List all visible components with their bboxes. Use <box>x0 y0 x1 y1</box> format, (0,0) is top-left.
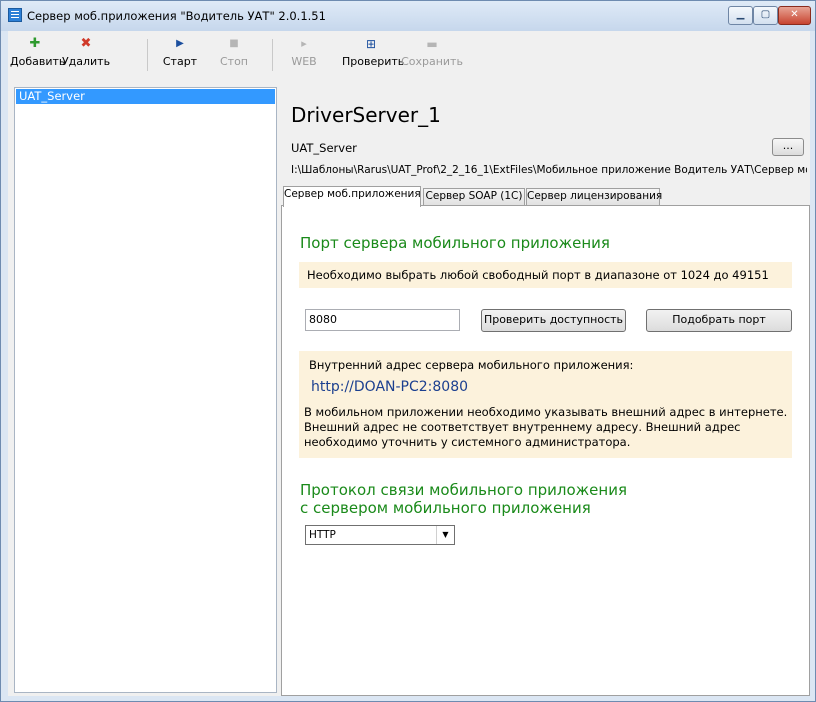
save-icon: ▬ <box>426 37 438 51</box>
tab-panel: Порт сервера мобильного приложения Необх… <box>281 205 810 696</box>
check-button-label: Проверить <box>342 55 405 68</box>
check-availability-button[interactable]: Проверить доступность <box>481 309 626 332</box>
minimize-button[interactable]: ▁ <box>728 6 753 25</box>
delete-server-icon: ✖ <box>80 36 92 51</box>
close-button[interactable]: ✕ <box>778 6 811 25</box>
delete-button[interactable]: ✖ Удалить <box>61 33 111 81</box>
server-list[interactable]: UAT_Server <box>14 87 277 693</box>
pick-port-button[interactable]: Подобрать порт <box>646 309 792 332</box>
stop-icon: ■ <box>229 38 239 49</box>
tab-soap-server[interactable]: Сервер SOAP (1С) <box>423 188 525 206</box>
server-details: DriverServer_1 UAT_Server ... I:\Шаблоны… <box>281 87 810 696</box>
internal-address-label: Внутренний адрес сервера мобильного прил… <box>309 358 634 372</box>
port-hint: Необходимо выбрать любой свободный порт … <box>307 268 769 282</box>
address-info-box: Внутренний адрес сервера мобильного прил… <box>299 351 792 458</box>
protocol-select[interactable]: HTTP ▼ <box>305 525 455 545</box>
external-address-note: В мобильном приложении необходимо указыв… <box>304 405 788 449</box>
check-network-icon: ⊞ <box>365 37 377 51</box>
protocol-heading-line1: Протокол связи мобильного приложения <box>300 481 627 499</box>
web-button[interactable]: ▸ WEB <box>284 33 324 81</box>
app-icon <box>8 8 22 22</box>
stop-button-label: Стоп <box>219 55 248 68</box>
title-bar[interactable]: Сервер моб.приложения "Водитель УАТ" 2.0… <box>1 1 815 31</box>
web-icon: ▸ <box>301 37 307 50</box>
port-heading: Порт сервера мобильного приложения <box>300 234 610 252</box>
port-hint-box: Необходимо выбрать любой свободный порт … <box>299 262 792 288</box>
client-area: ✚ Добавить ✖ Удалить ▶ Старт ■ Стоп ▸ WE… <box>8 31 810 696</box>
browse-button[interactable]: ... <box>772 138 804 156</box>
toolbar: ✚ Добавить ✖ Удалить ▶ Старт ■ Стоп ▸ WE… <box>8 31 810 85</box>
maximize-button[interactable]: ▢ <box>753 6 778 25</box>
delete-button-label: Удалить <box>61 55 111 68</box>
protocol-heading-line2: с сервером мобильного приложения <box>300 499 591 517</box>
chevron-down-icon: ▼ <box>436 526 454 544</box>
server-name: UAT_Server <box>291 141 357 155</box>
server-list-item[interactable]: UAT_Server <box>16 89 275 104</box>
tab-license-server[interactable]: Сервер лицензирования <box>526 188 662 206</box>
add-server-icon: ✚ <box>29 36 41 51</box>
check-button[interactable]: ⊞ Проверить <box>342 33 405 81</box>
window-title: Сервер моб.приложения "Водитель УАТ" 2.0… <box>27 9 326 23</box>
play-icon: ▶ <box>176 38 184 49</box>
tab-mobile-server[interactable]: Сервер моб.приложения <box>283 186 421 207</box>
app-window: Сервер моб.приложения "Водитель УАТ" 2.0… <box>0 0 816 702</box>
stop-button[interactable]: ■ Стоп <box>214 33 254 81</box>
toolbar-separator <box>272 39 273 71</box>
toolbar-separator <box>147 39 148 71</box>
protocol-selected-value: HTTP <box>309 529 336 541</box>
web-button-label: WEB <box>291 55 317 68</box>
save-button[interactable]: ▬ Сохранить <box>400 33 464 81</box>
start-button[interactable]: ▶ Старт <box>158 33 202 81</box>
server-path: I:\Шаблоны\Rarus\UAT_Prof\2_2_16_1\ExtFi… <box>291 164 807 176</box>
internal-address-url: http://DOAN-PC2:8080 <box>311 379 469 395</box>
save-button-label: Сохранить <box>401 55 463 68</box>
start-button-label: Старт <box>162 55 198 68</box>
server-title: DriverServer_1 <box>291 103 441 127</box>
add-button[interactable]: ✚ Добавить <box>10 33 66 81</box>
add-button-label: Добавить <box>10 55 66 68</box>
port-input[interactable]: 8080 <box>305 309 460 331</box>
